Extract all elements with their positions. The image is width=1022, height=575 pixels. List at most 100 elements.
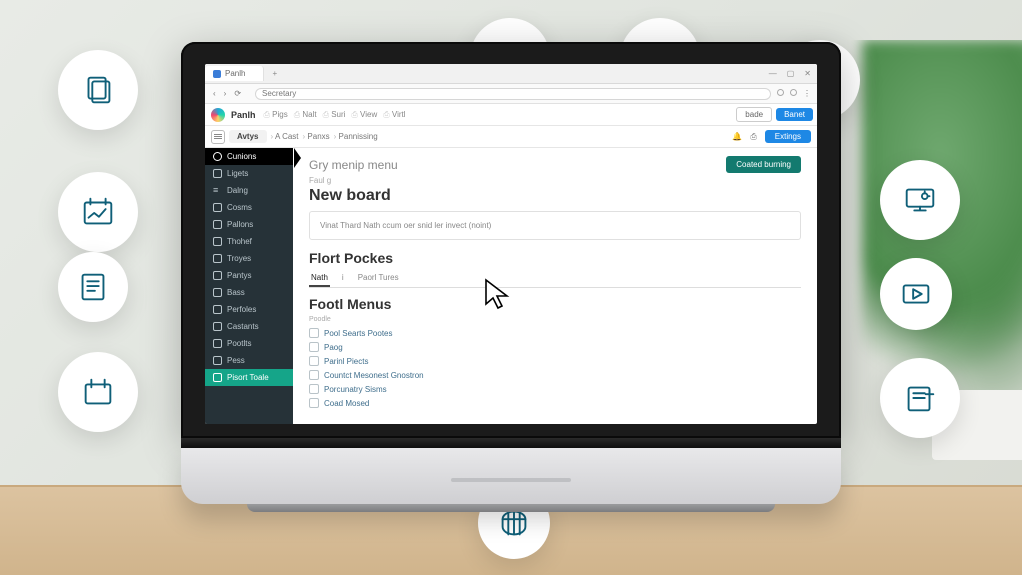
calendar-chart-icon	[58, 172, 138, 252]
browser-toolbar: ‹ › ⟳ Secretary ⋮	[205, 84, 817, 104]
toolbar-link[interactable]: Pigs	[264, 110, 288, 120]
laptop: Panlh + ― ▢ ✕ ‹ › ⟳ Secretary	[181, 42, 841, 512]
toolbar-link[interactable]: Virtl	[383, 110, 405, 120]
sidebar-item[interactable]: Cunions	[205, 148, 293, 165]
checkbox-item[interactable]: Pool Searts Pootes	[309, 326, 801, 340]
sq-icon	[213, 203, 222, 212]
sidebar-item[interactable]: Castants	[205, 318, 293, 335]
window-min-icon[interactable]: ―	[769, 69, 777, 78]
sidebar-item[interactable]: Pisort Toale	[205, 369, 293, 386]
app-toolbar: Panlh Pigs Nalt Suri View Virtl bade Ban…	[205, 104, 817, 126]
sidebar-item[interactable]: Pootlts	[205, 335, 293, 352]
screen: Panlh + ― ▢ ✕ ‹ › ⟳ Secretary	[205, 64, 817, 424]
section-title: Flort Pockes	[309, 250, 801, 266]
sidebar-item-label: Cunions	[227, 152, 256, 161]
new-tab-button[interactable]: +	[264, 69, 285, 78]
app-brand: Panlh	[231, 110, 256, 120]
browser-menu-icon[interactable]: ⋮	[803, 89, 811, 98]
section-title: Footl Menus	[309, 296, 801, 312]
calendar-blank-icon	[58, 352, 138, 432]
browser-tab[interactable]: Panlh	[205, 66, 264, 81]
printer-icon[interactable]: ⎙	[750, 132, 756, 142]
toolbar-link[interactable]: Suri	[323, 110, 346, 120]
hamburger-icon[interactable]	[211, 130, 225, 144]
checkbox-item[interactable]: Porcunatry Sisms	[309, 382, 801, 396]
checkbox-list: Pool Searts PootesPaogParinl PiectsCount…	[309, 326, 801, 410]
sidebar-item-label: Troyes	[227, 254, 251, 263]
sq-icon	[213, 169, 222, 178]
address-bar[interactable]: Secretary	[255, 88, 771, 100]
app-logo-icon	[211, 108, 225, 122]
sidebar-item[interactable]: Thohef	[205, 233, 293, 250]
secondary-button[interactable]: bade	[736, 107, 772, 122]
sq-icon	[213, 237, 222, 246]
breadcrumb-bar: Avtys A Cast Panxs Pannissing 🔔 ⎙ Exting…	[205, 126, 817, 148]
window-close-icon[interactable]: ✕	[804, 69, 811, 78]
sidebar-item-label: Pess	[227, 356, 245, 365]
forward-button[interactable]: ›	[224, 89, 227, 98]
sidebar-item-label: Bass	[227, 288, 245, 297]
document-lines-icon	[58, 252, 128, 322]
reload-button[interactable]: ⟳	[234, 89, 241, 98]
settings-button[interactable]: Extings	[765, 130, 811, 143]
bell-icon[interactable]: 🔔	[732, 132, 742, 141]
sq-icon	[213, 322, 222, 331]
sidebar: Cunions Ligets Dalng Cosms Pallons Thohef Troy…	[205, 148, 293, 424]
sq-icon	[213, 220, 222, 229]
toolbar-link[interactable]: Nalt	[294, 110, 317, 120]
sidebar-item-label: Dalng	[227, 186, 248, 195]
sidebar-item-label: Cosms	[227, 203, 252, 212]
address-text: Secretary	[262, 89, 296, 98]
monitor-gauge-icon	[880, 160, 960, 240]
sidebar-item-label: Castants	[227, 322, 259, 331]
bars-icon	[213, 186, 222, 195]
sidebar-item-label: Pallons	[227, 220, 253, 229]
section-chip[interactable]: Avtys	[229, 130, 267, 143]
sq-icon	[213, 356, 222, 365]
breadcrumb[interactable]: Panxs	[303, 132, 330, 141]
sidebar-item[interactable]: Cosms	[205, 199, 293, 216]
sidebar-item[interactable]: Ligets	[205, 165, 293, 182]
sidebar-item[interactable]: Perfoles	[205, 301, 293, 318]
ext-icon[interactable]	[790, 89, 797, 96]
breadcrumb[interactable]: Pannissing	[334, 132, 378, 141]
sq-icon	[213, 288, 222, 297]
sidebar-item[interactable]: Pallons	[205, 216, 293, 233]
tab[interactable]: Nath	[309, 270, 330, 287]
tabs: Nath i Paorl Tures	[309, 270, 801, 288]
sidebar-item[interactable]: Troyes	[205, 250, 293, 267]
stacked-docs-icon	[58, 50, 138, 130]
sidebar-item[interactable]: Pess	[205, 352, 293, 369]
checkbox-item[interactable]: Coad Mosed	[309, 396, 801, 410]
primary-button[interactable]: Banet	[776, 108, 813, 121]
create-button[interactable]: Coated burning	[726, 156, 801, 173]
sq-icon	[213, 254, 222, 263]
main-content: Coated burning Gry menip menu Faul g New…	[293, 148, 817, 424]
tab-title: Panlh	[225, 69, 245, 78]
checkbox-item[interactable]: Parinl Piects	[309, 354, 801, 368]
favicon-icon	[213, 70, 221, 78]
note-plus-icon	[880, 358, 960, 438]
checkbox-item[interactable]: Paog	[309, 340, 801, 354]
tab[interactable]: Paorl Tures	[356, 270, 401, 287]
play-rect-icon	[880, 258, 952, 330]
field-label: Poodle	[309, 316, 801, 323]
breadcrumb[interactable]: A Cast	[271, 132, 299, 141]
circle-icon	[213, 152, 222, 161]
checkbox-item[interactable]: Countct Mesonest Gnostron	[309, 368, 801, 382]
back-button[interactable]: ‹	[213, 89, 216, 98]
sidebar-item-label: Perfoles	[227, 305, 256, 314]
sq-icon	[213, 373, 222, 382]
window-max-icon[interactable]: ▢	[787, 69, 795, 78]
toolbar-links: Pigs Nalt Suri View Virtl	[264, 110, 406, 120]
toolbar-link[interactable]: View	[351, 110, 377, 120]
sidebar-item[interactable]: Pantys	[205, 267, 293, 284]
sidebar-item[interactable]: Dalng	[205, 182, 293, 199]
tab[interactable]: i	[340, 270, 346, 287]
sidebar-item-label: Ligets	[227, 169, 248, 178]
ext-icon[interactable]	[777, 89, 784, 96]
description-box[interactable]: Vinat Thard Nath ccum oer snid ler invec…	[309, 211, 801, 240]
browser-tabstrip: Panlh + ― ▢ ✕	[205, 64, 817, 84]
sidebar-item[interactable]: Bass	[205, 284, 293, 301]
sq-icon	[213, 271, 222, 280]
